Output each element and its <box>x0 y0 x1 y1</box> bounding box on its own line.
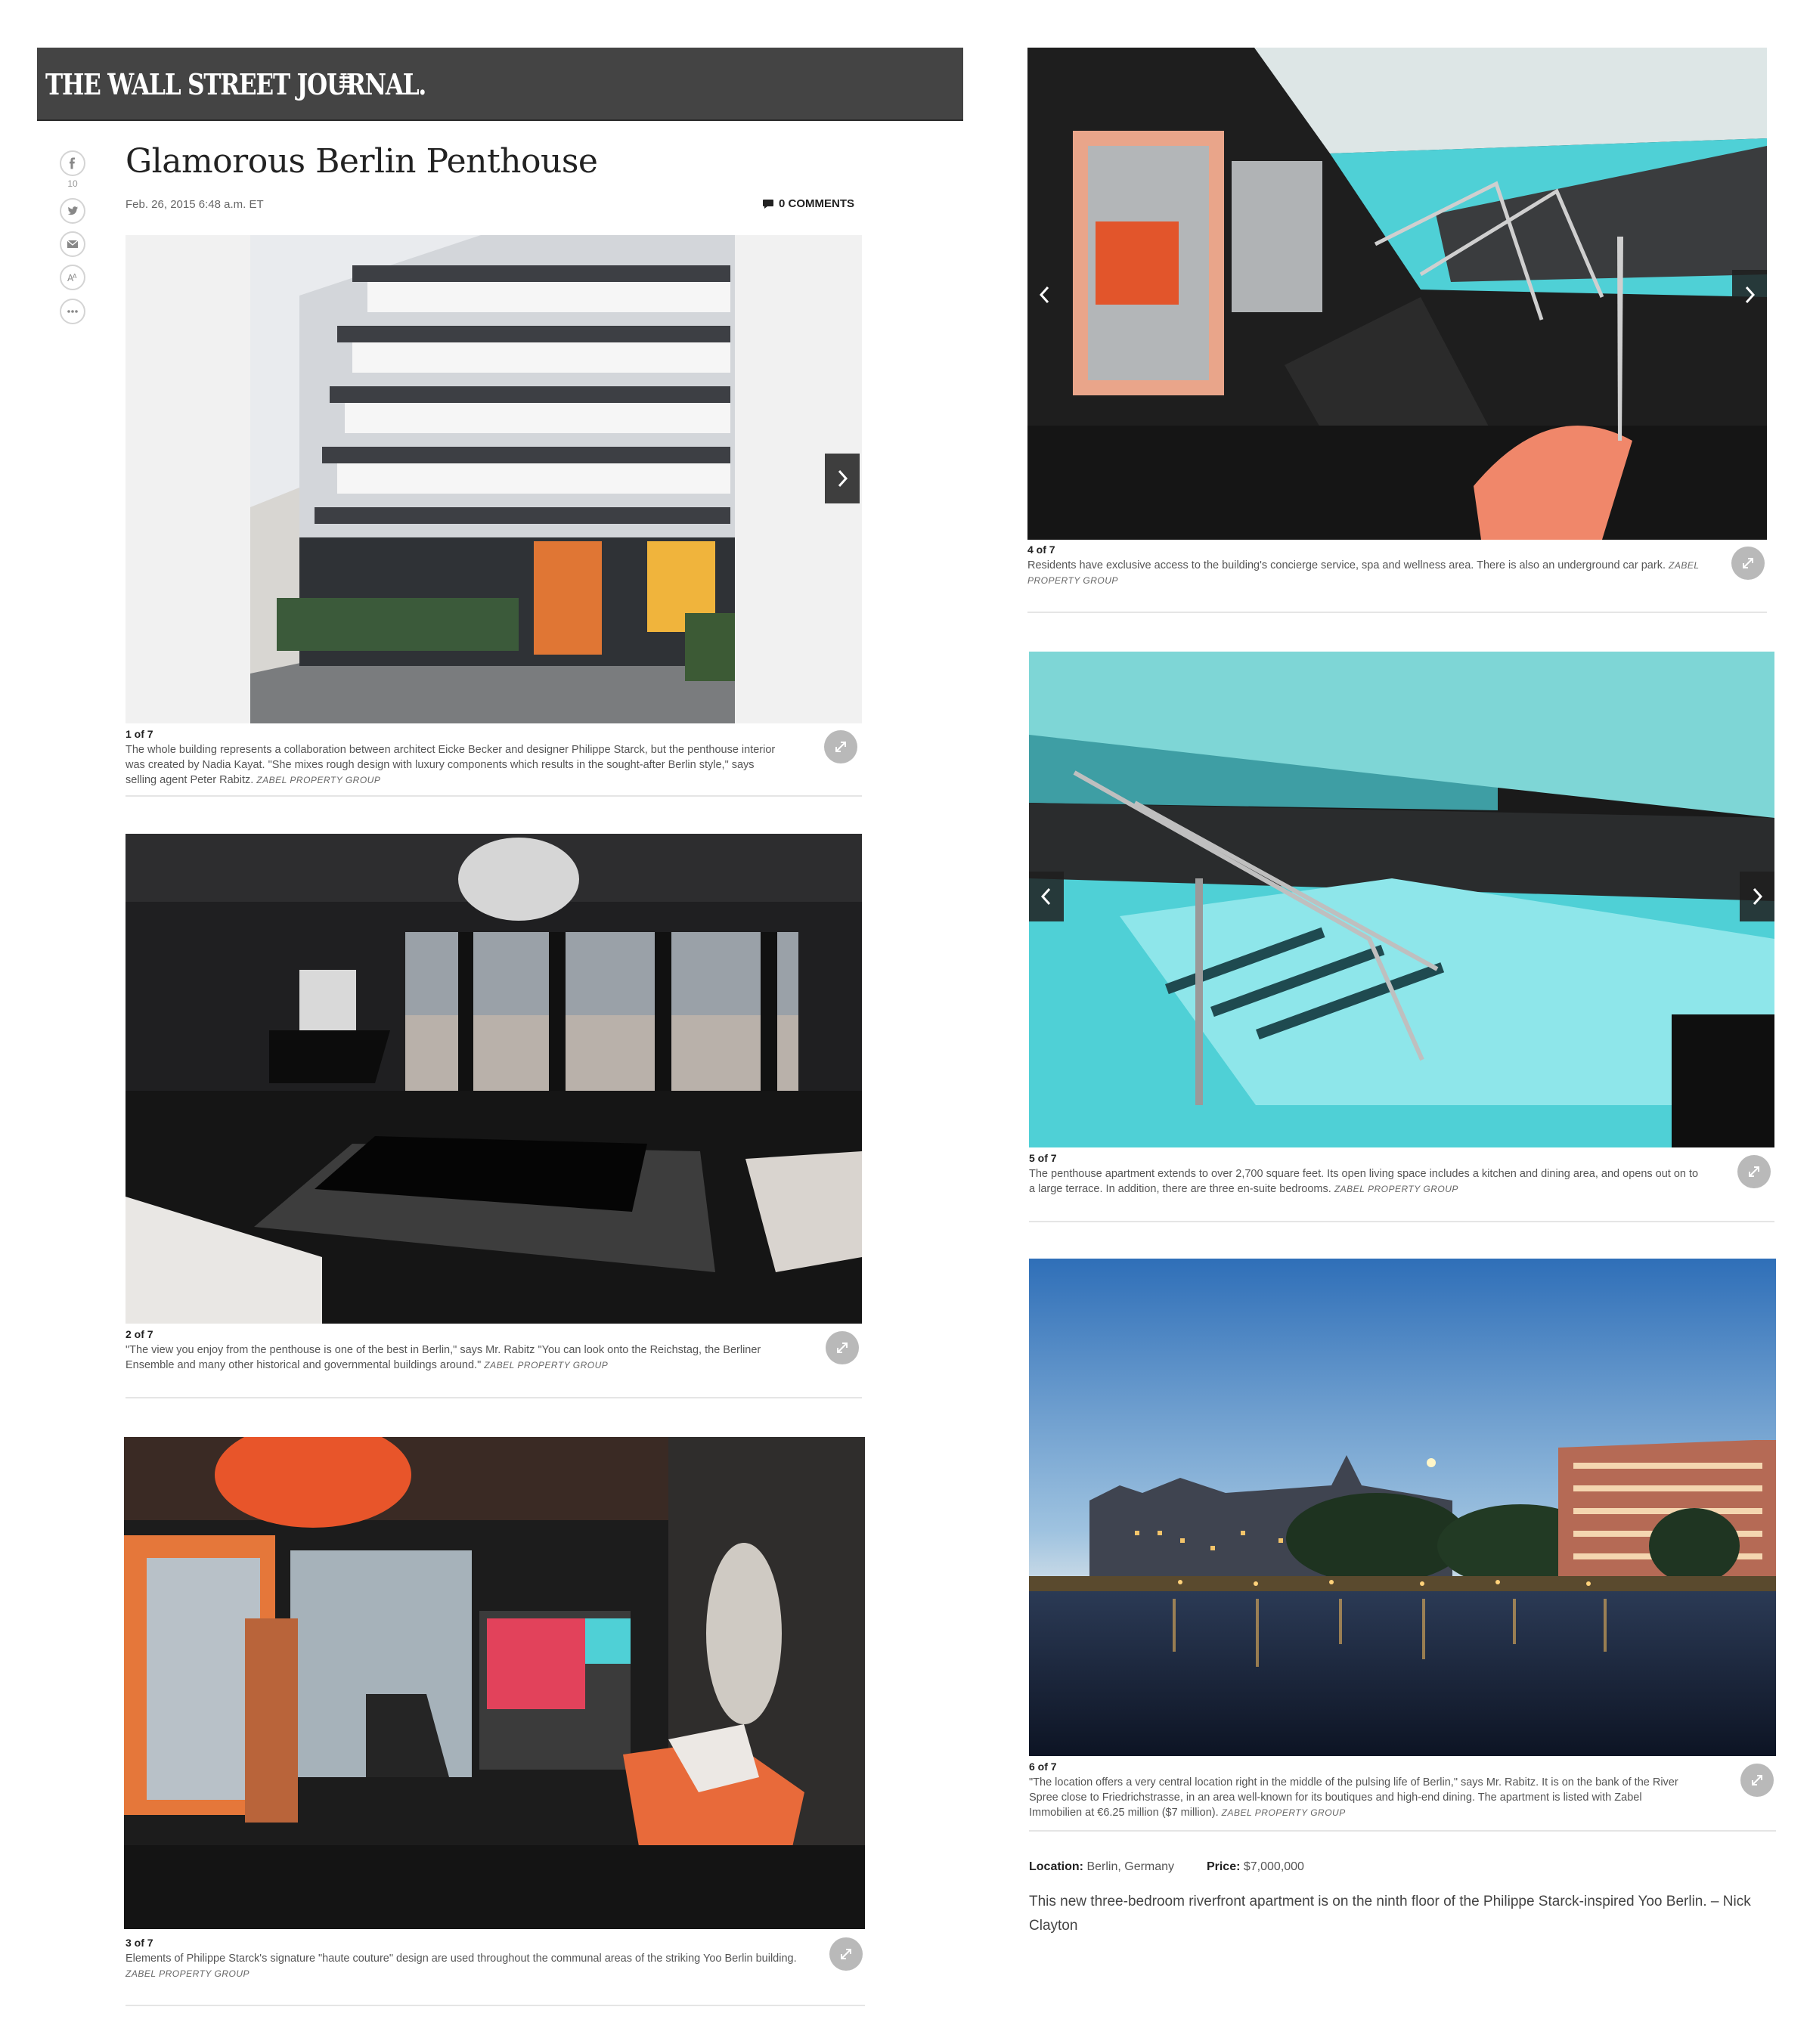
slide-5-prev-button[interactable] <box>1029 872 1064 921</box>
location-label: Location: <box>1029 1860 1083 1873</box>
slide-6-photo[interactable] <box>1029 1259 1776 1756</box>
font-size-icon: AA <box>67 273 77 283</box>
slide-6-counter: 6 of 7 <box>1029 1761 1057 1773</box>
twitter-icon <box>67 206 78 215</box>
listing-facts: Location: Berlin, Germany Price: $7,000,… <box>1029 1860 1304 1874</box>
chevron-right-icon <box>838 469 848 488</box>
slide-5-photo[interactable] <box>1029 652 1774 1147</box>
location-value: Berlin, Germany <box>1086 1860 1175 1873</box>
slide-2-caption: "The view you enjoy from the penthouse i… <box>126 1343 806 1373</box>
more-icon <box>67 310 78 313</box>
slide-6-caption: "The location offers a very central loca… <box>1029 1775 1694 1820</box>
divider <box>126 2005 865 2006</box>
slide-3-counter: 3 of 7 <box>126 1937 153 1949</box>
expand-icon <box>837 1343 848 1353</box>
menu-icon[interactable] <box>339 76 353 88</box>
comments-link[interactable]: 0 COMMENTS <box>762 197 854 210</box>
slide-3-credit: ZABEL PROPERTY GROUP <box>126 1968 250 1979</box>
expand-icon <box>1743 558 1753 568</box>
slide-2-credit: ZABEL PROPERTY GROUP <box>484 1360 609 1370</box>
slide-5-credit: ZABEL PROPERTY GROUP <box>1334 1184 1458 1194</box>
more-options-button[interactable] <box>60 299 85 324</box>
slide-3-caption-text: Elements of Philippe Starck's signature … <box>126 1953 797 1965</box>
slide-6-caption-text: "The location offers a very central loca… <box>1029 1776 1678 1819</box>
slide-5-counter: 5 of 7 <box>1029 1152 1057 1164</box>
divider <box>126 795 862 797</box>
slide-4-expand-button[interactable] <box>1731 547 1765 580</box>
slide-1-photo[interactable] <box>126 235 862 723</box>
chevron-left-icon <box>1040 887 1051 906</box>
slide-2-caption-text: "The view you enjoy from the penthouse i… <box>126 1344 761 1371</box>
article-summary: This new three-bedroom riverfront apartm… <box>1029 1894 1751 1934</box>
article-dateline: Feb. 26, 2015 6:48 a.m. ET <box>126 198 264 211</box>
divider <box>126 1397 862 1398</box>
twitter-share-button[interactable] <box>60 198 85 224</box>
slide-4-caption-text: Residents have exclusive access to the b… <box>1027 559 1666 571</box>
slide-3-photo[interactable] <box>124 1437 865 1929</box>
slide-1-next-button[interactable] <box>825 454 860 503</box>
slide-5-expand-button[interactable] <box>1737 1155 1771 1188</box>
facebook-icon <box>70 157 75 169</box>
chevron-right-icon <box>1753 887 1763 906</box>
slide-3-caption: Elements of Philippe Starck's signature … <box>126 1951 798 1981</box>
slide-6-expand-button[interactable] <box>1740 1764 1774 1797</box>
slide-4-next-button[interactable] <box>1732 270 1767 320</box>
divider <box>1029 1830 1776 1832</box>
expand-icon <box>835 742 846 752</box>
chevron-right-icon <box>1745 286 1756 304</box>
slide-2-expand-button[interactable] <box>826 1331 859 1364</box>
comments-label: 0 COMMENTS <box>779 197 855 210</box>
article-title: Glamorous Berlin Penthouse <box>126 142 598 181</box>
divider <box>1029 1221 1774 1222</box>
slide-2-counter: 2 of 7 <box>126 1328 153 1340</box>
email-icon <box>67 240 79 248</box>
slide-5-caption: The penthouse apartment extends to over … <box>1029 1166 1702 1197</box>
slide-1-caption-text: The whole building represents a collabor… <box>126 744 776 786</box>
expand-icon <box>841 1949 851 1959</box>
comment-icon <box>763 199 773 209</box>
slide-6-credit: ZABEL PROPERTY GROUP <box>1221 1807 1346 1818</box>
email-share-button[interactable] <box>60 231 85 257</box>
slide-5-next-button[interactable] <box>1740 872 1774 921</box>
facebook-share-button[interactable] <box>60 150 85 176</box>
expand-icon <box>1752 1775 1762 1785</box>
slide-4-counter: 4 of 7 <box>1027 544 1055 556</box>
facebook-share-count: 10 <box>67 178 78 189</box>
slide-1-counter: 1 of 7 <box>126 728 153 740</box>
font-size-button[interactable]: AA <box>60 265 85 290</box>
slide-1-caption: The whole building represents a collabor… <box>126 742 783 788</box>
price-label: Price: <box>1206 1860 1241 1873</box>
slide-4-caption: Residents have exclusive access to the b… <box>1027 558 1700 588</box>
slide-4-photo[interactable] <box>1027 48 1767 540</box>
chevron-left-icon <box>1039 286 1049 304</box>
wsj-logo[interactable]: THE WALL STREET JOURNAL. <box>45 67 426 101</box>
expand-icon <box>1749 1166 1759 1177</box>
price-value: $7,000,000 <box>1243 1860 1304 1873</box>
slide-4-prev-button[interactable] <box>1027 270 1062 320</box>
svg-text:A: A <box>73 273 77 280</box>
divider <box>1027 612 1767 613</box>
slide-1-credit: ZABEL PROPERTY GROUP <box>256 775 381 785</box>
slide-3-expand-button[interactable] <box>829 1937 863 1971</box>
masthead: THE WALL STREET JOURNAL. <box>37 48 963 121</box>
slide-2-photo[interactable] <box>126 834 862 1324</box>
slide-1-expand-button[interactable] <box>824 730 857 763</box>
